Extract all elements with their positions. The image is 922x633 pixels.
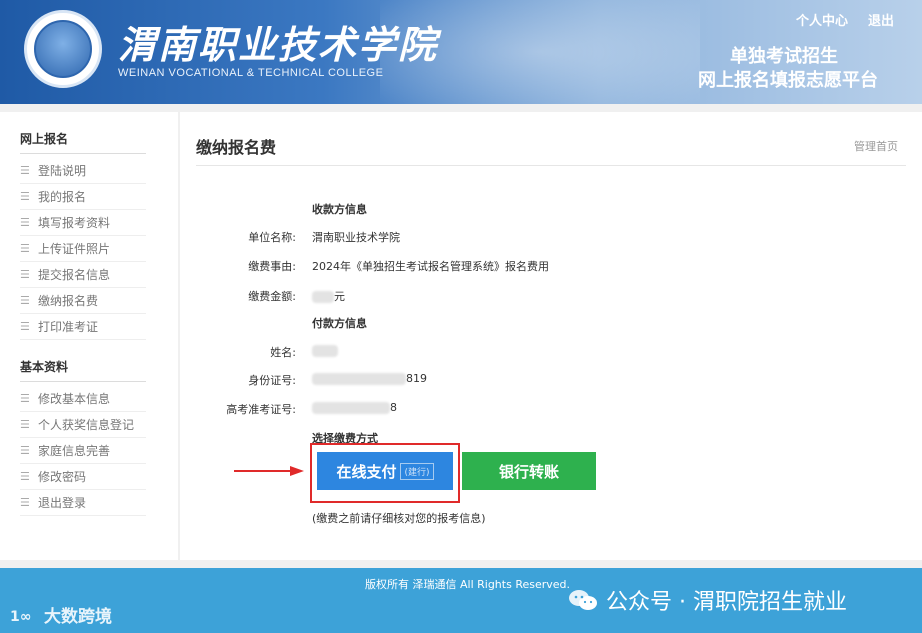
sidebar-item-pay-fee[interactable]: ☰ 缴纳报名费	[20, 288, 146, 314]
id-label: 身份证号:	[248, 374, 296, 387]
list-icon: ☰	[20, 444, 30, 457]
verify-note: (缴费之前请仔细核对您的报考信息)	[312, 512, 486, 525]
sidebar-item-password[interactable]: ☰ 修改密码	[20, 464, 146, 490]
school-name-en: WEINAN VOCATIONAL & TECHNICAL COLLEGE	[118, 67, 384, 79]
wechat-icon	[569, 590, 597, 610]
list-icon: ☰	[20, 190, 30, 203]
unit-value: 渭南职业技术学院	[312, 231, 400, 244]
watermark-left-text: 大数跨境	[44, 607, 112, 627]
name-value	[312, 344, 338, 357]
dashu-logo-icon: 1∞	[10, 609, 31, 625]
sidebar-item-label: 个人获奖信息登记	[38, 418, 135, 432]
id-value: 819	[312, 372, 427, 385]
main-content: 缴纳报名费 管理首页 收款方信息 单位名称: 渭南职业技术学院 缴费事由: 20…	[180, 112, 922, 560]
sidebar-item-print-ticket[interactable]: ☰ 打印准考证	[20, 314, 146, 340]
platform-line2: 网上报名填报志愿平台	[698, 70, 878, 91]
redacted-name	[312, 345, 338, 357]
name-label: 姓名:	[270, 346, 296, 359]
list-icon: ☰	[20, 216, 30, 229]
online-pay-bank-tag: (建行)	[400, 462, 434, 480]
footer: 版权所有 泽瑞通信 All Rights Reserved. 1∞ 大数跨境 公…	[0, 568, 922, 633]
amount-suffix: 元	[334, 290, 345, 303]
sidebar-item-label: 家庭信息完善	[38, 444, 111, 458]
exam-value: 8	[312, 401, 397, 414]
online-pay-label: 在线支付	[336, 462, 397, 481]
reason-value: 2024年《单独招生考试报名管理系统》报名费用	[312, 260, 549, 273]
list-icon: ☰	[20, 496, 30, 509]
payer-section-title: 付款方信息	[312, 317, 367, 330]
sidebar-item-submit-info[interactable]: ☰ 提交报名信息	[20, 262, 146, 288]
watermark-right: 公众号 · 渭职院招生就业	[568, 584, 847, 616]
copyright: 版权所有 泽瑞通信 All Rights Reserved.	[365, 578, 571, 591]
link-personal-center[interactable]: 个人中心	[796, 10, 848, 29]
redacted-amount	[312, 291, 334, 303]
arrow-right-icon	[234, 466, 304, 476]
amount-label: 缴费金额:	[248, 290, 296, 303]
admin-home-link[interactable]: 管理首页	[854, 138, 898, 154]
payee-section-title: 收款方信息	[312, 203, 367, 216]
redacted-exam-number	[312, 402, 390, 414]
sidebar-item-label: 打印准考证	[38, 320, 99, 334]
sidebar-item-label: 缴纳报名费	[38, 294, 99, 308]
bank-transfer-button[interactable]: 银行转账	[462, 452, 596, 490]
sidebar-item-logout[interactable]: ☰ 退出登录	[20, 490, 146, 516]
sidebar: 网上报名 ☰ 登陆说明 ☰ 我的报名 ☰ 填写报考资料 ☰ 上传证件照片 ☰ 提交报名信息…	[0, 112, 178, 560]
redacted-id	[312, 373, 406, 385]
sidebar-item-awards[interactable]: ☰ 个人获奖信息登记	[20, 412, 146, 438]
sidebar-item-label: 退出登录	[38, 496, 87, 510]
sidebar-item-edit-basic[interactable]: ☰ 修改基本信息	[20, 386, 146, 412]
school-logo	[24, 10, 102, 88]
platform-line1: 单独考试招生	[730, 46, 838, 67]
link-logout[interactable]: 退出	[868, 10, 894, 29]
sidebar-item-family[interactable]: ☰ 家庭信息完善	[20, 438, 146, 464]
sidebar-item-login-guide[interactable]: ☰ 登陆说明	[20, 158, 146, 184]
sidebar-item-label: 我的报名	[38, 190, 87, 204]
svg-text:1∞: 1∞	[10, 609, 31, 625]
header: 渭南职业技术学院 WEINAN VOCATIONAL & TECHNICAL C…	[0, 0, 922, 104]
watermark-left: 1∞ 大数跨境	[10, 602, 112, 627]
amount-value: 元	[312, 288, 345, 304]
list-icon: ☰	[20, 470, 30, 483]
platform-title: 单独考试招生 网上报名填报志愿平台	[698, 46, 878, 94]
list-icon: ☰	[20, 392, 30, 405]
sidebar-item-label: 登陆说明	[38, 164, 87, 178]
list-icon: ☰	[20, 164, 30, 177]
reason-label: 缴费事由:	[248, 260, 296, 273]
sidebar-item-label: 提交报名信息	[38, 268, 111, 282]
online-pay-button[interactable]: 在线支付 (建行)	[317, 452, 453, 490]
sidebar-item-upload-photo[interactable]: ☰ 上传证件照片	[20, 236, 146, 262]
page-title: 缴纳报名费	[196, 138, 277, 157]
top-links: 个人中心 退出	[796, 10, 894, 29]
exam-label: 高考准考证号:	[226, 403, 296, 416]
sidebar-item-label: 修改密码	[38, 470, 87, 484]
unit-label: 单位名称:	[248, 231, 296, 244]
logo-emblem	[34, 20, 92, 78]
list-icon: ☰	[20, 418, 30, 431]
sidebar-item-label: 修改基本信息	[38, 392, 111, 406]
exam-suffix: 8	[390, 401, 397, 414]
list-icon: ☰	[20, 268, 30, 281]
sidebar-item-label: 上传证件照片	[38, 242, 111, 256]
sidebar-item-fill-info[interactable]: ☰ 填写报考资料	[20, 210, 146, 236]
sidebar-group-online-registration: 网上报名	[20, 130, 146, 154]
school-name-cn: 渭南职业技术学院	[118, 22, 439, 67]
id-suffix: 819	[406, 372, 427, 385]
list-icon: ☰	[20, 294, 30, 307]
watermark-right-text: 公众号 · 渭职院招生就业	[606, 590, 847, 615]
list-icon: ☰	[20, 320, 30, 333]
sidebar-group-basic-info: 基本资料	[20, 358, 146, 382]
list-icon: ☰	[20, 242, 30, 255]
sidebar-item-my-registration[interactable]: ☰ 我的报名	[20, 184, 146, 210]
title-divider	[196, 165, 906, 166]
sidebar-item-label: 填写报考资料	[38, 216, 111, 230]
